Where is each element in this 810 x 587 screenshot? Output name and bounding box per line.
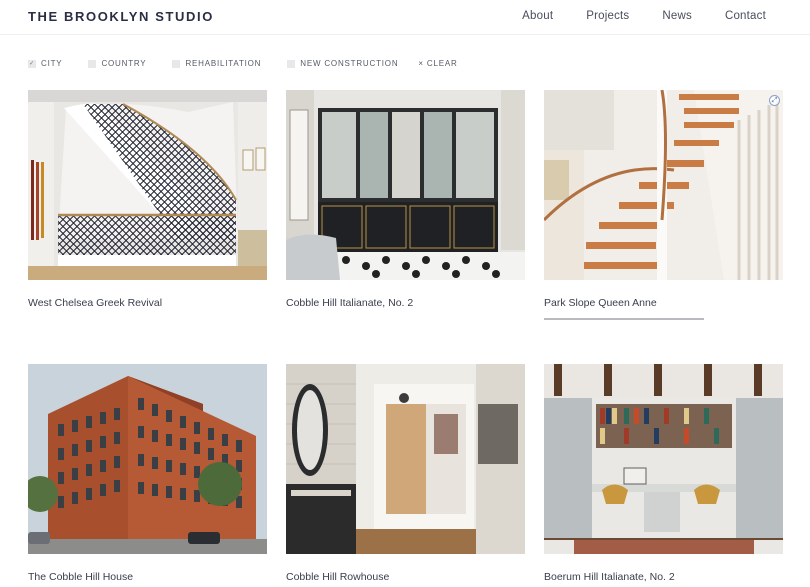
project-card[interactable]: The Cobble Hill House [28, 364, 267, 583]
project-image-bathroom[interactable] [286, 90, 525, 280]
project-image-study[interactable] [544, 364, 783, 554]
filter-country[interactable]: COUNTRY [88, 59, 146, 68]
nav-about[interactable]: About [522, 10, 553, 22]
project-title[interactable]: Cobble Hill Rowhouse [286, 571, 389, 583]
nav-projects[interactable]: Projects [586, 10, 629, 22]
project-title[interactable]: Boerum Hill Italianate, No. 2 [544, 571, 675, 583]
filter-new-construction[interactable]: NEW CONSTRUCTION [287, 59, 398, 68]
staircase-photo [28, 90, 267, 280]
entry-hall-photo [286, 364, 525, 554]
project-card[interactable]: Boerum Hill Italianate, No. 2 [544, 364, 783, 583]
site-header: THE BROOKLYN STUDIO About Projects News … [0, 0, 810, 35]
project-card[interactable]: Cobble Hill Italianate, No. 2 [286, 90, 525, 309]
bathroom-photo [286, 90, 525, 280]
filter-label: COUNTRY [101, 59, 147, 68]
project-image-entry-hall[interactable] [286, 364, 525, 554]
checkbox-icon[interactable] [88, 59, 97, 68]
project-title[interactable]: The Cobble Hill House [28, 571, 133, 583]
expand-icon[interactable]: ⤢ [769, 95, 780, 106]
project-card[interactable]: West Chelsea Greek Revival [28, 90, 267, 309]
filter-label: REHABILITATION [185, 59, 262, 68]
checkbox-icon[interactable] [287, 59, 296, 68]
project-image-wood-staircase[interactable]: ⤢ [544, 90, 783, 280]
project-title[interactable]: Park Slope Queen Anne [544, 297, 657, 309]
study-photo [544, 364, 783, 554]
project-filters: ✓ CITY COUNTRY REHABILITATION NEW CONSTR… [28, 59, 458, 68]
project-card[interactable]: Cobble Hill Rowhouse [286, 364, 525, 583]
close-icon: × [418, 59, 424, 68]
hover-underline [544, 318, 704, 320]
filter-label: NEW CONSTRUCTION [300, 59, 399, 68]
project-title[interactable]: West Chelsea Greek Revival [28, 297, 162, 309]
brick-building-photo [28, 364, 267, 554]
clear-label: CLEAR [426, 59, 458, 68]
filter-city[interactable]: ✓ CITY [28, 59, 62, 68]
project-image-spiral-staircase[interactable] [28, 90, 267, 280]
nav-news[interactable]: News [662, 10, 692, 22]
checkbox-icon[interactable] [172, 59, 181, 68]
project-image-brick-building[interactable] [28, 364, 267, 554]
main-nav: About Projects News Contact [489, 10, 766, 22]
nav-contact[interactable]: Contact [725, 10, 766, 22]
clear-filters-button[interactable]: × CLEAR [418, 59, 457, 68]
site-logo[interactable]: THE BROOKLYN STUDIO [28, 9, 214, 24]
project-title[interactable]: Cobble Hill Italianate, No. 2 [286, 297, 413, 309]
wood-staircase-photo [544, 90, 783, 280]
filter-label: CITY [41, 59, 63, 68]
filter-rehabilitation[interactable]: REHABILITATION [172, 59, 261, 68]
project-card[interactable]: ⤢ Park Slope Queen Anne [544, 90, 783, 320]
checkbox-checked-icon[interactable]: ✓ [28, 59, 36, 68]
